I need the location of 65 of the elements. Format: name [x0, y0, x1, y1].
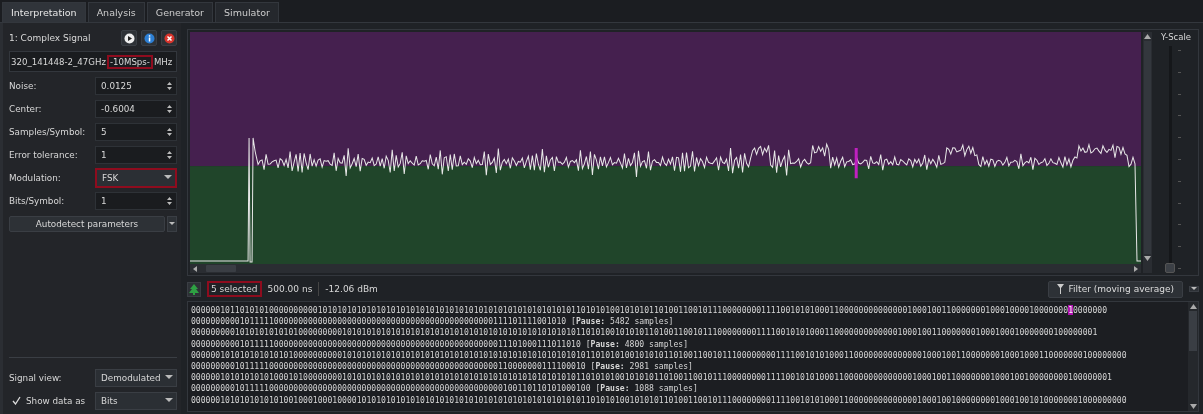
spin-arrows-icon[interactable]: [166, 194, 173, 207]
spin-arrows-icon[interactable]: [166, 102, 173, 115]
caret-icon[interactable]: [165, 398, 173, 403]
spin-arrows-icon[interactable]: [166, 125, 173, 138]
right-arrow-icon[interactable]: [1133, 265, 1139, 272]
caret-icon[interactable]: [164, 175, 172, 180]
vertical-scrollbar[interactable]: [1143, 32, 1152, 273]
down-arrow-icon[interactable]: [1144, 256, 1151, 261]
parameter-label: Samples/Symbol:: [9, 126, 87, 137]
spin-box[interactable]: 0.0125: [95, 76, 177, 95]
down-arrow-icon[interactable]: [1189, 404, 1197, 409]
spin-box[interactable]: 5: [95, 122, 177, 141]
tab[interactable]: Interpretation: [2, 2, 86, 22]
spin-box[interactable]: 1: [95, 191, 177, 210]
spin-box[interactable]: -0.6004: [95, 99, 177, 118]
filter-icon: [1056, 284, 1064, 294]
close-icon[interactable]: [161, 30, 177, 46]
bit-line: 0000000001011111000000000000000000000000000000000000000000000000100110110101000100 [Pause: 1088 samples]: [191, 383, 699, 395]
signal-title: 1: Complex Signal: [9, 33, 92, 43]
bit-line: 000000000101111100000000000000000000000000000000000000000000000110000000111100010 [Pause: 2981 samples]: [191, 361, 694, 373]
bit-line: 000000101010101010001010000000010101010101010101010101010101010101010101010101011010101001010101101001100101110000000011110010101000110000000000000010001001100000001000100100000000100000001: [191, 372, 1113, 384]
selection-count: 5 selected: [207, 281, 262, 297]
up-arrow-icon[interactable]: [1189, 304, 1197, 309]
autodetect-button[interactable]: Autodetect parameters: [9, 216, 165, 232]
up-arrow-icon[interactable]: [1144, 34, 1151, 39]
tab[interactable]: Analysis: [87, 2, 145, 22]
spin-arrows-icon[interactable]: [166, 79, 173, 92]
horizontal-scrollbar[interactable]: [190, 264, 1141, 273]
y-scale-label: Y-Scale: [1160, 32, 1192, 42]
left-arrow-icon[interactable]: [192, 265, 198, 272]
bit-line: 000000000101010101010100000000010101010101010101010101010101010101010101010101011010100101010110100110010111000000001111001010100011000000000000010001001100000001000100010000000100000001: [191, 327, 1099, 339]
bit-line: 000000101010101010101000000000010101010101010101010101010101010101010101010101010110101010010101011010011001011100000000111100101010001100000000000000100010011000000010001000110000000100000000: [191, 349, 1128, 361]
parameter-label: Error tolerance:: [9, 149, 79, 160]
spin-arrows-icon[interactable]: [166, 148, 173, 161]
bit-line: 000000101010101010100100010001000010101010101010101010101010101010101010101010101101010100101010110100110010111000000001111001010100011000000000000001000100100000000100010010100000001000000000: [191, 394, 1128, 406]
bit-line: 00000000001011111000000000000000000000000000000000000000000000111101111001010 [Pause: 5482 samples]: [191, 316, 675, 328]
bit-view[interactable]: [187, 301, 1199, 412]
info-icon[interactable]: [141, 30, 157, 46]
signal-view-dropdown[interactable]: Demodulated: [95, 368, 177, 387]
play-icon[interactable]: [121, 30, 137, 46]
duration-text: 500.00 ns: [267, 284, 313, 294]
spin-box[interactable]: 1: [95, 145, 177, 164]
scrollbar-thumb[interactable]: [1189, 311, 1197, 351]
filter-button[interactable]: Filter (moving average): [1047, 280, 1183, 298]
caret-icon[interactable]: [165, 375, 173, 380]
parameter-label: Modulation:: [9, 172, 62, 183]
check-icon[interactable]: [12, 396, 21, 405]
signal-view-label: Signal view:: [9, 372, 63, 383]
dropdown-button[interactable]: [167, 216, 177, 232]
text-scrollbar[interactable]: [1188, 302, 1198, 411]
dropdown[interactable]: FSK: [95, 167, 177, 188]
parameter-label: Noise:: [9, 80, 38, 91]
data-format-dropdown[interactable]: Bits: [95, 391, 177, 410]
show-data-checkbox[interactable]: Show data as: [9, 395, 95, 406]
scrollbar-thumb[interactable]: [206, 265, 236, 272]
power-text: -12.06 dBm: [325, 284, 378, 294]
bit-line: 00000000001011111000000000000000000000000000000000000000000000011101000111011010 [Pause: 4800 samples]: [191, 338, 690, 350]
tab[interactable]: Simulator: [215, 2, 279, 22]
caret-icon[interactable]: [169, 222, 175, 226]
parameter-label: Bits/Symbol:: [9, 195, 66, 206]
tab[interactable]: Generator: [146, 2, 214, 22]
filename-field[interactable]: 320_141448-2_47GHz -10MSps- MHz: [9, 51, 177, 72]
tree-icon[interactable]: [187, 281, 201, 297]
parameter-label: Center:: [9, 103, 43, 114]
bit-line: 00000010110101010000000000101010101010101010101010101010101010101010101010101011010101001010101101001100101110000000011110010101000110000000000000010001001100000001000100001000000010000000: [191, 305, 1109, 317]
